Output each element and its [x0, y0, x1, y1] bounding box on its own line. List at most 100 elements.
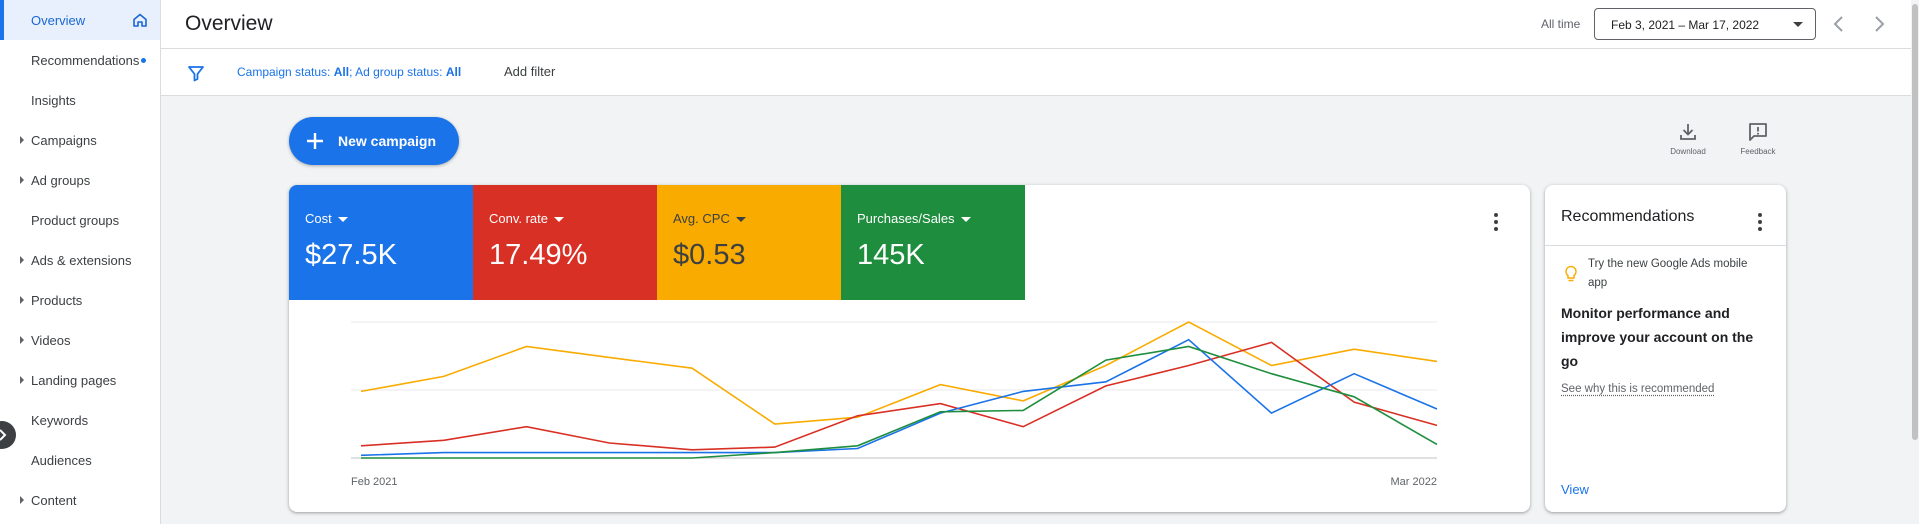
- sidebar-item-landing-pages[interactable]: Landing pages: [0, 360, 160, 400]
- page-header: Overview All time Feb 3, 2021 – Mar 17, …: [161, 0, 1919, 49]
- sidebar-item-label: Videos: [31, 332, 71, 348]
- chevron-right-icon: [0, 429, 7, 441]
- more-options-icon[interactable]: [1494, 213, 1498, 231]
- sidebar-item-content[interactable]: Content: [0, 480, 160, 520]
- sidebar-item-products[interactable]: Products: [0, 280, 160, 320]
- dropdown-arrow-icon[interactable]: [960, 217, 971, 223]
- download-icon: [1680, 124, 1696, 140]
- chevron-left-icon[interactable]: [1829, 14, 1849, 34]
- plus-icon: [307, 133, 323, 149]
- download-label: Download: [1670, 147, 1706, 156]
- chart-series-line-3: [360, 338, 1438, 457]
- chart-series-line-4: [361, 345, 1438, 459]
- feedback-button[interactable]: Feedback: [1728, 121, 1788, 156]
- expand-caret-icon[interactable]: [20, 136, 24, 144]
- metric-label: Conv. rate: [489, 211, 657, 226]
- metric-value: 145K: [857, 239, 925, 271]
- sidebar-item-label: Ads & extensions: [31, 252, 132, 268]
- metric-value: 17.49%: [489, 239, 588, 271]
- feedback-label: Feedback: [1740, 147, 1776, 156]
- sidebar-item-label: Recommendations: [31, 52, 140, 68]
- sidebar-item-label: Audiences: [31, 452, 92, 468]
- metric-tile-cost[interactable]: Cost $27.5K: [289, 185, 473, 300]
- sidebar-item-label: Product groups: [31, 212, 120, 228]
- sidebar-item-label: Content: [31, 492, 77, 508]
- dropdown-arrow-icon: [1793, 22, 1803, 27]
- sidebar-item-label: Campaigns: [31, 132, 97, 148]
- sidebar-item-audiences[interactable]: Audiences: [0, 440, 160, 480]
- dropdown-arrow-icon[interactable]: [735, 217, 746, 223]
- metric-value: $27.5K: [305, 239, 397, 271]
- metric-label: Avg. CPC: [673, 211, 841, 226]
- feedback-icon: [1749, 123, 1767, 141]
- date-range-value: Feb 3, 2021 – Mar 17, 2022: [1611, 18, 1760, 32]
- expand-caret-icon[interactable]: [20, 496, 24, 504]
- sidebar: Overview Recommendations Insights Campaigns…: [0, 0, 161, 524]
- sidebar-item-ad-groups[interactable]: Ad groups: [0, 160, 160, 200]
- metric-label-text: Cost: [305, 211, 332, 226]
- range-label: All time: [1541, 17, 1581, 31]
- notification-dot: [141, 57, 147, 63]
- campaign-status-label: Campaign status:: [237, 65, 334, 79]
- performance-card: Cost $27.5K Conv. rate 17.49% Avg. CPC $0.53 P…: [289, 185, 1530, 512]
- home-icon: [133, 13, 147, 27]
- page-scrollbar-thumb[interactable]: [1912, 4, 1918, 440]
- metric-tile-conv-rate[interactable]: Conv. rate 17.49%: [473, 185, 657, 300]
- metric-label-text: Conv. rate: [489, 211, 549, 226]
- chart-series-line-2: [360, 341, 1438, 451]
- metric-tile-avg-cpc[interactable]: Avg. CPC $0.53: [657, 185, 841, 300]
- sidebar-item-insights[interactable]: Insights: [0, 80, 160, 120]
- dropdown-arrow-icon[interactable]: [554, 217, 565, 223]
- sidebar-item-ads-extensions[interactable]: Ads & extensions: [0, 240, 160, 280]
- recommendations-card: Recommendations Try the new Google Ads m…: [1545, 185, 1786, 512]
- sidebar-item-overview[interactable]: Overview: [0, 0, 160, 40]
- sidebar-item-recommendations[interactable]: Recommendations: [0, 40, 160, 80]
- page-title: Overview: [185, 12, 273, 35]
- lightbulb-icon: [1565, 265, 1577, 282]
- chart-series-line-1: [360, 321, 1438, 425]
- sidebar-item-label: Insights: [31, 92, 76, 108]
- recommendation-hint: Try the new Google Ads mobile app: [1588, 258, 1748, 289]
- expand-caret-icon[interactable]: [20, 256, 24, 264]
- filter-bar: Campaign status: All; Ad group status: A…: [161, 49, 1919, 96]
- sidebar-item-product-groups[interactable]: Product groups: [0, 200, 160, 240]
- new-campaign-button[interactable]: New campaign: [289, 117, 459, 165]
- sidebar-item-label: Products: [31, 292, 83, 308]
- chevron-right-icon[interactable]: [1869, 14, 1889, 34]
- metric-label: Cost: [305, 211, 473, 226]
- download-button[interactable]: Download: [1658, 121, 1718, 156]
- expand-caret-icon[interactable]: [20, 336, 24, 344]
- sidebar-item-videos[interactable]: Videos: [0, 320, 160, 360]
- x-axis-end-label: Mar 2022: [1391, 476, 1437, 488]
- divider: [1545, 245, 1786, 246]
- new-campaign-label: New campaign: [338, 133, 437, 149]
- metric-value: $0.53: [673, 239, 746, 271]
- sidebar-item-label: Landing pages: [31, 372, 117, 388]
- performance-chart: Feb 2021 Mar 2022: [351, 321, 1438, 488]
- campaign-status-value: All: [333, 65, 350, 79]
- sidebar-item-campaigns[interactable]: Campaigns: [0, 120, 160, 160]
- expand-caret-icon[interactable]: [20, 296, 24, 304]
- sidebar-item-keywords[interactable]: Keywords: [0, 400, 160, 440]
- metric-tile-purchases-sales[interactable]: Purchases/Sales 145K: [841, 185, 1025, 300]
- metric-label: Purchases/Sales: [857, 211, 1025, 226]
- metric-label-text: Avg. CPC: [673, 211, 730, 226]
- sidebar-item-label: Overview: [31, 12, 86, 28]
- more-options-icon[interactable]: [1758, 213, 1762, 231]
- recommendations-title: Recommendations: [1561, 208, 1695, 225]
- add-filter-button[interactable]: Add filter: [504, 64, 555, 79]
- why-recommended-link[interactable]: See why this is recommended: [1561, 383, 1714, 395]
- date-range-selector[interactable]: Feb 3, 2021 – Mar 17, 2022: [1594, 8, 1816, 40]
- recommendation-headline: Monitor performance and improve your acc…: [1561, 305, 1754, 369]
- view-recommendation-link[interactable]: View: [1561, 482, 1589, 497]
- ad-group-status-value: All: [445, 65, 462, 79]
- dropdown-arrow-icon[interactable]: [337, 217, 348, 223]
- expand-caret-icon[interactable]: [20, 176, 24, 184]
- expand-caret-icon[interactable]: [20, 376, 24, 384]
- sidebar-item-label: Keywords: [31, 412, 89, 428]
- metric-label-text: Purchases/Sales: [857, 211, 955, 226]
- filter-icon[interactable]: [187, 64, 205, 82]
- active-filters[interactable]: Campaign status: All; Ad group status: A…: [237, 65, 461, 79]
- ad-group-status-label: Ad group status:: [355, 65, 446, 79]
- sidebar-item-label: Ad groups: [31, 172, 91, 188]
